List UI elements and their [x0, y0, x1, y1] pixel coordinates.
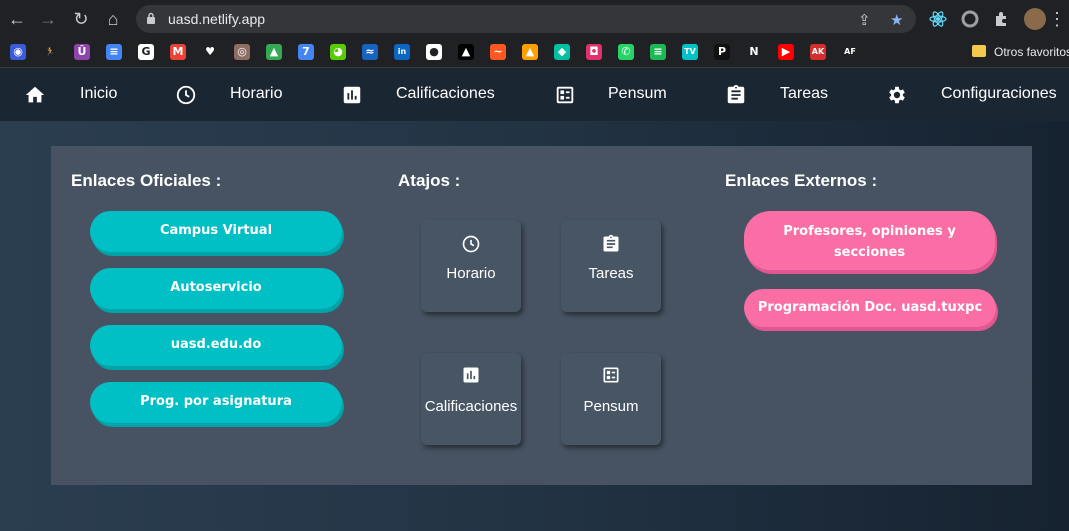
bookmark-drive-icon[interactable]: ▲: [266, 44, 282, 60]
extension-ring-icon[interactable]: [960, 9, 980, 29]
official-links-title: Enlaces Oficiales :: [71, 171, 222, 190]
bookmark-google-icon[interactable]: G: [138, 44, 154, 60]
nav-label: Pensum: [608, 85, 667, 102]
home-browser-icon[interactable]: ⌂: [102, 8, 124, 30]
share-icon[interactable]: ⇪: [858, 11, 871, 29]
checklist-icon: [556, 86, 574, 104]
address-bar[interactable]: uasd.netlify.app ⇪ ★: [136, 5, 916, 33]
bookmark-duolingo-icon[interactable]: ◕: [330, 44, 346, 60]
avatar[interactable]: [1024, 8, 1046, 30]
bookmarks-bar: AF AK ▶ N P TV ≡ ✆ ◘ ◆ ▲ ~ ▲ ● in ≈ ◕ 7 ▲ ◎ ♥ M G ≡ Û 🏃 ◉ Otros fa…: [0, 38, 1069, 68]
star-icon[interactable]: ★: [890, 11, 903, 29]
clock-icon: [176, 85, 196, 105]
shortcut-label: Calificaciones: [424, 398, 518, 415]
nav-label: Horario: [230, 85, 283, 102]
bookmark-vercel-icon[interactable]: ▲: [458, 44, 474, 60]
bookmark-owl-icon[interactable]: ◎: [234, 44, 250, 60]
back-arrow-icon[interactable]: ←: [6, 8, 28, 30]
bookmark-linkedin-icon[interactable]: in: [394, 44, 410, 60]
checklist-icon: [603, 367, 619, 383]
uasd-edu-do-button[interactable]: uasd.edu.do: [90, 325, 342, 366]
bookmark-heart-icon[interactable]: ♥: [202, 44, 218, 60]
bar-chart-icon: [343, 86, 361, 104]
bookmark-whatsapp-icon[interactable]: ✆: [618, 44, 634, 60]
nav-item-tareas[interactable]: Tareas: [725, 69, 845, 121]
puzzle-icon[interactable]: [992, 9, 1012, 29]
nav-item-pensum[interactable]: Pensum: [554, 69, 684, 121]
bookmark-netflix-icon[interactable]: N: [746, 44, 762, 60]
nav-label: Configuraciones: [941, 85, 1057, 102]
shortcut-label: Horario: [446, 265, 496, 282]
bookmark-p-logo-icon[interactable]: P: [714, 44, 730, 60]
bookmark-activity-icon[interactable]: ~: [490, 44, 506, 60]
folder-icon: [972, 45, 986, 57]
bookmark-gmail-icon[interactable]: M: [170, 44, 186, 60]
react-devtools-icon[interactable]: [928, 9, 948, 29]
nav-item-horario[interactable]: Horario: [175, 69, 295, 121]
bookmark-wave-icon[interactable]: ≈: [362, 44, 378, 60]
campus-virtual-button[interactable]: Campus Virtual: [90, 211, 342, 252]
prog-por-asignatura-button[interactable]: Prog. por asignatura: [90, 382, 342, 423]
bookmark-u-logo-icon[interactable]: Û: [74, 44, 90, 60]
nav-item-calificaciones[interactable]: Calificaciones: [341, 69, 511, 121]
bookmark-docs-icon[interactable]: ≡: [106, 44, 122, 60]
other-bookmarks-folder[interactable]: Otros favoritos: [994, 45, 1069, 59]
bookmark-firebase-icon[interactable]: ▲: [522, 44, 538, 60]
nav-label: Inicio: [80, 85, 118, 102]
nav-item-configuraciones[interactable]: Configuraciones: [886, 69, 1066, 121]
shortcut-card-tareas[interactable]: Tareas: [561, 220, 661, 312]
bookmark-youtube-icon[interactable]: ▶: [778, 44, 794, 60]
bookmark-tv-icon[interactable]: TV: [682, 44, 698, 60]
shortcuts-title: Atajos :: [398, 171, 461, 190]
bar-chart-icon: [463, 367, 479, 383]
bookmark-ak-logo-icon[interactable]: AK: [810, 44, 826, 60]
url-text: uasd.netlify.app: [168, 11, 266, 27]
clipboard-icon: [603, 234, 619, 252]
nav-label: Tareas: [780, 85, 829, 102]
gear-icon: [889, 86, 905, 104]
bookmark-instagram-icon[interactable]: ◘: [586, 44, 602, 60]
shortcut-label: Pensum: [583, 398, 639, 415]
app-navbar: Inicio Horario Calificaciones Pensum Tar…: [0, 69, 1069, 121]
clipboard-icon: [727, 84, 745, 104]
shortcut-card-horario[interactable]: Horario: [421, 220, 521, 312]
clock-icon: [462, 235, 480, 253]
lock-icon: [147, 12, 155, 24]
bookmark-spotify-icon[interactable]: ≡: [650, 44, 666, 60]
reload-icon[interactable]: ↻: [70, 8, 92, 30]
home-icon: [25, 86, 45, 103]
bookmark-diamond-icon[interactable]: ◆: [554, 44, 570, 60]
bookmark-github-icon[interactable]: ●: [426, 44, 442, 60]
profesores-opiniones-button[interactable]: Profesores, opiniones y secciones: [744, 211, 995, 270]
browser-toolbar: ← → ↻ ⌂ uasd.netlify.app ⇪ ★ ⋮: [0, 0, 1069, 38]
bookmark-runner-icon[interactable]: 🏃: [42, 44, 58, 60]
menu-dots-icon[interactable]: ⋮: [1048, 8, 1066, 30]
autoservicio-button[interactable]: Autoservicio: [90, 268, 342, 309]
shortcut-card-pensum[interactable]: Pensum: [561, 353, 661, 445]
nav-item-inicio[interactable]: Inicio: [24, 69, 124, 121]
programacion-doc-button[interactable]: Programación Doc. uasd.tuxpc: [744, 289, 996, 327]
forward-arrow-icon[interactable]: →: [37, 8, 59, 30]
nav-label: Calificaciones: [396, 85, 495, 102]
bookmark-shield-icon[interactable]: ◉: [10, 44, 26, 60]
bookmark-af-logo-icon[interactable]: AF: [842, 44, 858, 60]
external-links-title: Enlaces Externos :: [725, 171, 878, 190]
shortcut-label: Tareas: [588, 265, 634, 282]
bookmark-calendar-icon[interactable]: 7: [298, 44, 314, 60]
shortcut-card-calificaciones[interactable]: Calificaciones: [421, 353, 521, 445]
